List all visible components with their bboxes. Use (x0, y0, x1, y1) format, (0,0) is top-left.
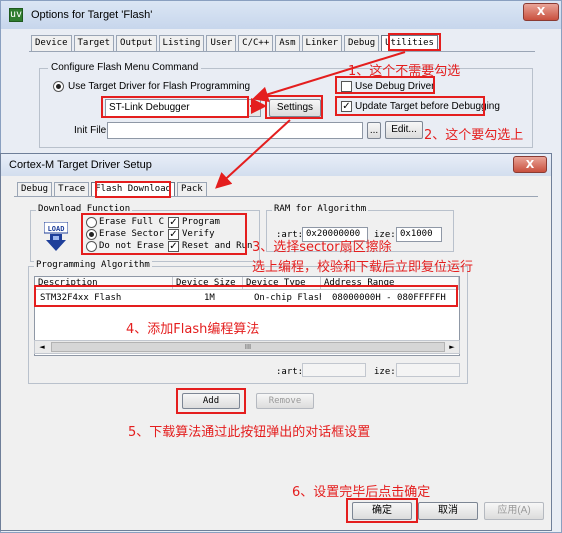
annotation-3-line1: 3、选择sector扇区擦除 (252, 240, 392, 255)
annotation-3-line2: 选上编程，校验和下载后立即复位运行 (252, 260, 474, 275)
annotation-6: 6、设置完毕后点击确定 (292, 485, 431, 500)
annotation-1: 1、这个不需要勾选 (348, 64, 461, 79)
arrow-settings-to-flash-download (215, 119, 291, 189)
annotation-5: 5、下载算法通过此按钮弹出的对话框设置 (128, 425, 371, 440)
annotation-2: 2、这个要勾选上 (424, 128, 524, 143)
annotation-4: 4、添加Flash编程算法 (126, 322, 260, 337)
